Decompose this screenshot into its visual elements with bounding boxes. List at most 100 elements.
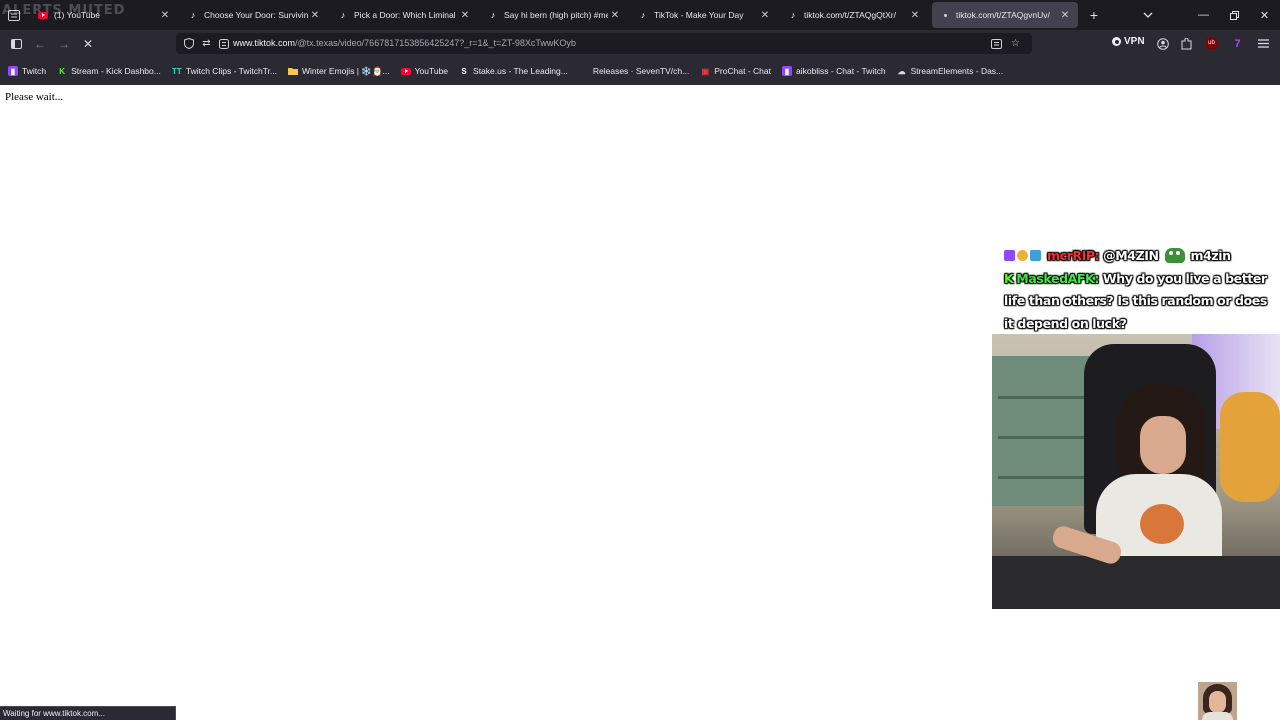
folder-icon bbox=[288, 66, 299, 76]
tab-tiktok-ztaqgqtxr[interactable]: ♪ tiktok.com/t/ZTAQgQtXr/ ✕ bbox=[780, 2, 928, 28]
chat-username: MaskedAFK: bbox=[1016, 270, 1099, 286]
youtube-icon bbox=[400, 66, 411, 76]
bookmark-winter-emojis[interactable]: Winter Emojis | ❄️🎅... bbox=[288, 61, 390, 81]
ublock-icon[interactable]: ub bbox=[1203, 35, 1220, 52]
account-icon[interactable] bbox=[1154, 35, 1171, 52]
chat-message: mcrRIP: @M4ZIN m4zin bbox=[1004, 245, 1280, 268]
extensions-icon[interactable] bbox=[1178, 35, 1195, 52]
plus-icon: + bbox=[1089, 7, 1099, 23]
status-panel: Waiting for www.tiktok.com... bbox=[0, 706, 176, 720]
close-tab-icon[interactable]: ✕ bbox=[908, 8, 922, 22]
close-tab-icon[interactable]: ✕ bbox=[1058, 8, 1072, 22]
tab-youtube[interactable]: (1) YouTube ✕ bbox=[30, 2, 178, 28]
kick-icon: K bbox=[59, 66, 65, 76]
bookmark-label: Stream - Kick Dashbo... bbox=[71, 66, 161, 76]
stake-icon: S bbox=[461, 66, 467, 76]
restore-button[interactable] bbox=[1219, 0, 1250, 30]
tiktok-icon: ♪ bbox=[790, 10, 796, 20]
shield-icon[interactable] bbox=[181, 36, 196, 51]
kick-badge-icon: K bbox=[1004, 270, 1014, 286]
bookmark-label: Twitch Clips - TwitchTr... bbox=[185, 66, 278, 76]
bookmark-star-icon[interactable]: ☆ bbox=[1008, 36, 1023, 51]
bookmark-streamelements[interactable]: ☁ StreamElements - Das... bbox=[897, 61, 1004, 81]
restore-icon bbox=[1230, 10, 1239, 20]
close-tab-icon[interactable]: ✕ bbox=[458, 8, 472, 22]
reader-view-icon[interactable] bbox=[989, 36, 1004, 51]
url-path: /@tx.texas/video/7667817153856425247?_r=… bbox=[295, 38, 576, 48]
site-permissions-icon[interactable]: ⇄ bbox=[199, 36, 214, 51]
list-tabs-button[interactable] bbox=[1140, 7, 1156, 23]
twitch-icon: ▮ bbox=[8, 66, 18, 76]
close-icon: ✕ bbox=[1259, 9, 1270, 22]
tiktok-icon: ♪ bbox=[340, 10, 346, 20]
tab-menu-button[interactable] bbox=[0, 0, 28, 30]
webcam-feed bbox=[992, 334, 1280, 609]
minimize-button[interactable]: — bbox=[1188, 0, 1219, 30]
bookmark-label: Twitch bbox=[22, 66, 47, 76]
url-host: www.tiktok.com bbox=[233, 38, 296, 48]
address-bar[interactable]: ⇄ www.tiktok.com/@tx.texas/video/7667817… bbox=[176, 33, 1032, 54]
tab-title: Say hi bern (high pitch) #meme bbox=[504, 10, 608, 20]
gold-badge-icon bbox=[1017, 250, 1028, 261]
tab-tiktok-make-your-day[interactable]: ♪ TikTok - Make Your Day ✕ bbox=[630, 2, 778, 28]
bookmark-twitch[interactable]: ▮ Twitch bbox=[8, 61, 46, 81]
sub-badge-icon bbox=[1030, 250, 1041, 261]
close-tab-icon[interactable]: ✕ bbox=[308, 8, 322, 22]
site-info-icon[interactable] bbox=[216, 36, 231, 51]
chat-username: mcrRIP: bbox=[1046, 248, 1100, 263]
bookmark-label: ProChat - Chat bbox=[714, 66, 771, 76]
tab-title: Choose Your Door: Surviving M bbox=[204, 10, 308, 20]
menu-icon[interactable] bbox=[1255, 35, 1272, 52]
tab-tiktok-ztaqgvnuv[interactable]: tiktok.com/t/ZTAQgvnUv/ ✕ bbox=[932, 2, 1078, 28]
bookmark-kick-dashboard[interactable]: K Stream - Kick Dashbo... bbox=[57, 61, 161, 81]
new-tab-button[interactable]: + bbox=[1086, 7, 1102, 23]
navigation-toolbar: ← → ✕ ⇄ www.tiktok.com/@tx.texas/video/7… bbox=[0, 30, 1280, 57]
close-tab-icon[interactable]: ✕ bbox=[158, 8, 172, 22]
streamelements-icon: ☁ bbox=[897, 66, 906, 76]
twitch-badge-icon bbox=[1004, 250, 1015, 261]
tiktok-icon: ♪ bbox=[640, 10, 646, 20]
twitch-icon: ▮ bbox=[781, 66, 792, 76]
tab-pick-a-door[interactable]: ♪ Pick a Door: Which Liminal Wor ✕ bbox=[330, 2, 478, 28]
tab-title: TikTok - Make Your Day bbox=[654, 10, 744, 20]
bookmark-youtube[interactable]: YouTube bbox=[400, 61, 448, 81]
tab-say-hi-bern[interactable]: ♪ Say hi bern (high pitch) #meme ✕ bbox=[480, 2, 628, 28]
bookmark-label: StreamElements - Das... bbox=[910, 66, 1004, 76]
stop-loading-button[interactable]: ✕ bbox=[78, 34, 98, 54]
vpn-button[interactable]: VPN bbox=[1112, 36, 1145, 47]
chat-text: @M4ZIN bbox=[1103, 248, 1159, 263]
loading-dot-icon bbox=[940, 10, 950, 20]
bookmark-prochat[interactable]: ▣ ProChat - Chat bbox=[700, 61, 771, 81]
vpn-icon bbox=[1112, 37, 1121, 46]
bookmark-stake[interactable]: S Stake.us - The Leading... bbox=[459, 61, 568, 81]
tiktok-icon: ♪ bbox=[190, 10, 196, 20]
close-tab-icon[interactable]: ✕ bbox=[758, 8, 772, 22]
vpn-label: VPN bbox=[1124, 36, 1145, 47]
tab-title: tiktok.com/t/ZTAQgQtXr/ bbox=[804, 10, 896, 20]
chevron-down-icon bbox=[1143, 12, 1153, 18]
bookmark-label: Stake.us - The Leading... bbox=[473, 66, 568, 76]
forward-button[interactable]: → bbox=[54, 34, 74, 54]
stream-chat-overlay: mcrRIP: @M4ZIN m4zin K MaskedAFK: Why do … bbox=[1004, 245, 1280, 335]
sidebar-button[interactable] bbox=[6, 34, 26, 54]
loading-message: Please wait... bbox=[5, 91, 64, 103]
url-text[interactable]: www.tiktok.com/@tx.texas/video/766781715… bbox=[233, 38, 576, 48]
close-tab-icon[interactable]: ✕ bbox=[608, 8, 622, 22]
list-all-tabs-icon bbox=[8, 9, 20, 21]
tab-title: Pick a Door: Which Liminal Wor bbox=[354, 10, 458, 20]
tab-title: (1) YouTube bbox=[54, 10, 100, 20]
bookmark-label: aikobliss - Chat - Twitch bbox=[795, 66, 886, 76]
tab-choose-your-door[interactable]: ♪ Choose Your Door: Surviving M ✕ bbox=[180, 2, 328, 28]
bookmark-aikobliss-chat[interactable]: ▮ aikobliss - Chat - Twitch bbox=[781, 61, 886, 81]
back-button[interactable]: ← bbox=[30, 34, 50, 54]
close-window-button[interactable]: ✕ bbox=[1249, 0, 1280, 30]
twitchtracker-icon: TT bbox=[171, 66, 182, 76]
minimize-icon: — bbox=[1198, 9, 1209, 21]
seventv-extension-icon[interactable]: 7 bbox=[1229, 35, 1246, 52]
blank-icon bbox=[579, 66, 589, 76]
prochat-icon: ▣ bbox=[701, 66, 710, 76]
forward-arrow-icon: → bbox=[58, 37, 70, 51]
bookmark-seventv-releases[interactable]: Releases · SevenTV/ch... bbox=[579, 61, 689, 81]
bookmark-twitch-clips[interactable]: TT Twitch Clips - TwitchTr... bbox=[172, 61, 277, 81]
sidebar-icon bbox=[10, 39, 22, 49]
